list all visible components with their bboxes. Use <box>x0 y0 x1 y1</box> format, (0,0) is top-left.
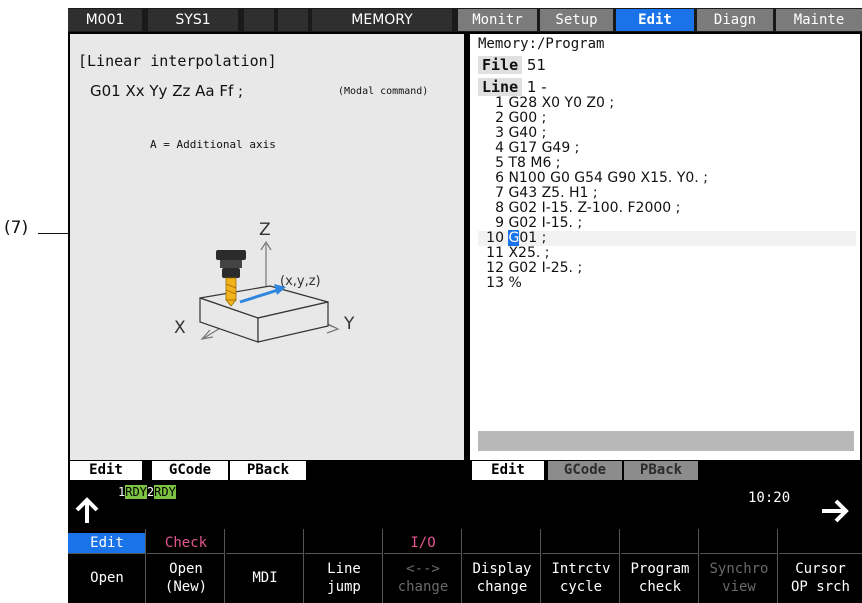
softkey-open-new[interactable]: Check Open (New) <box>147 529 225 603</box>
softkey-synchro-view[interactable]: Synchro view <box>700 529 778 603</box>
linear-interpolation-diagram <box>199 240 340 343</box>
softkey-mdi[interactable]: MDI <box>226 529 304 603</box>
program-line[interactable]: 13 % <box>478 276 856 291</box>
left-tab-pback[interactable]: PBack <box>230 461 306 480</box>
left-tab-edit[interactable]: Edit <box>70 461 142 480</box>
program-line[interactable]: 2 G00 ; <box>478 111 856 126</box>
softkey-line-jump[interactable]: Line jump <box>305 529 383 603</box>
right-tab-gcode[interactable]: GCode <box>548 461 622 480</box>
menu-setup[interactable]: Setup <box>540 9 613 31</box>
right-tab-edit[interactable]: Edit <box>472 461 544 480</box>
tool-holder-collet <box>222 268 240 278</box>
tool-bit <box>225 277 237 301</box>
softkey-io-change[interactable]: I/O <--> change <box>384 529 462 603</box>
program-line[interactable]: 6 N100 G0 G54 G90 X15. Y0. ; <box>478 171 856 186</box>
line-row: Line 1 - <box>478 78 547 96</box>
program-line[interactable]: 8 G02 I-15. Z-100. F2000 ; <box>478 201 856 216</box>
tool-holder-neck <box>220 260 242 268</box>
program-line[interactable]: 3 G40 ; <box>478 126 856 141</box>
operation-mode: MEMORY <box>312 9 452 31</box>
system-name: SYS1 <box>148 9 238 31</box>
y-axis-label: Y <box>344 314 355 334</box>
program-path: Memory:/Program <box>478 36 605 52</box>
edit-cursor[interactable]: G <box>508 230 520 246</box>
program-line[interactable]: 1 G28 X0 Y0 Z0 ; <box>478 96 856 111</box>
menu-diagn[interactable]: Diagn <box>697 9 773 31</box>
tool-holder-top <box>216 250 246 260</box>
menu-monitr[interactable]: Monitr <box>458 9 537 31</box>
program-pane: Memory:/Program File 51 Line 1 - 1 G28 X… <box>470 34 860 460</box>
machine-name: M001 <box>68 9 142 31</box>
program-listing: 1 G28 X0 Y0 Z0 ; 2 G00 ; 3 G40 ; 4 G17 G… <box>470 96 860 356</box>
right-arrow-icon[interactable] <box>820 498 850 524</box>
clock: 10:20 <box>748 490 791 506</box>
program-line[interactable]: 7 G43 Z5. H1 ; <box>478 186 856 201</box>
file-number[interactable]: 51 <box>527 56 546 74</box>
guidance-pane: [Linear interpolation] G01 Xx Yy Zz Aa F… <box>70 34 464 460</box>
menu-mainte[interactable]: Mainte <box>776 9 862 31</box>
guide-note: (Modal command) <box>338 86 429 97</box>
softkey-edit-open[interactable]: Edit Open <box>68 529 146 603</box>
x-axis-label: X <box>174 318 186 338</box>
horizontal-scrollbar[interactable] <box>478 431 854 451</box>
menu-edit[interactable]: Edit <box>616 9 694 31</box>
top-bar: M001 SYS1 MEMORY Monitr Setup Edit Diagn… <box>68 8 862 32</box>
left-tab-gcode[interactable]: GCode <box>152 461 228 480</box>
ready-badge-2: RDY <box>154 485 176 499</box>
status-cell-2 <box>278 9 308 31</box>
z-axis-label: Z <box>259 220 271 240</box>
right-tab-pback[interactable]: PBack <box>624 461 698 480</box>
program-line[interactable]: 4 G17 G49 ; <box>478 141 856 156</box>
softkey-intrctv-cycle[interactable]: Intrctv cycle <box>542 529 620 603</box>
ready-indicators: 1RDY2RDY <box>118 485 176 499</box>
callout-label: (7) <box>4 218 29 238</box>
status-bar: 1RDY2RDY 10:20 <box>68 482 862 528</box>
line-number[interactable]: 1 - <box>527 78 547 96</box>
softkey-display-change[interactable]: Display change <box>463 529 541 603</box>
guide-axis-note: A = Additional axis <box>150 138 276 151</box>
point-label: (x,y,z) <box>280 274 321 289</box>
up-arrow-icon[interactable] <box>74 496 100 524</box>
status-cell-1 <box>244 9 274 31</box>
ready-badge-1: RDY <box>125 485 147 499</box>
guide-format: G01 Xx Yy Zz Aa Ff ; <box>90 82 244 100</box>
nc-screen: M001 SYS1 MEMORY Monitr Setup Edit Diagn… <box>68 8 862 603</box>
file-row: File 51 <box>478 56 546 74</box>
current-program-line[interactable]: 10 G01 ; <box>478 230 856 246</box>
file-label: File <box>478 56 523 74</box>
line-label: Line <box>478 78 523 96</box>
program-line[interactable]: 9 G02 I-15. ; <box>478 216 856 231</box>
softkey-cursor-op-srch[interactable]: Cursor OP srch <box>779 529 862 603</box>
program-line[interactable]: 11 X25. ; <box>478 246 856 261</box>
x-axis-arrow <box>200 329 214 340</box>
program-line[interactable]: 5 T8 M6 ; <box>478 156 856 171</box>
softkey-program-check[interactable]: Program check <box>621 529 699 603</box>
guide-title: [Linear interpolation] <box>78 52 277 70</box>
program-line[interactable]: 12 G02 I-25. ; <box>478 261 856 276</box>
